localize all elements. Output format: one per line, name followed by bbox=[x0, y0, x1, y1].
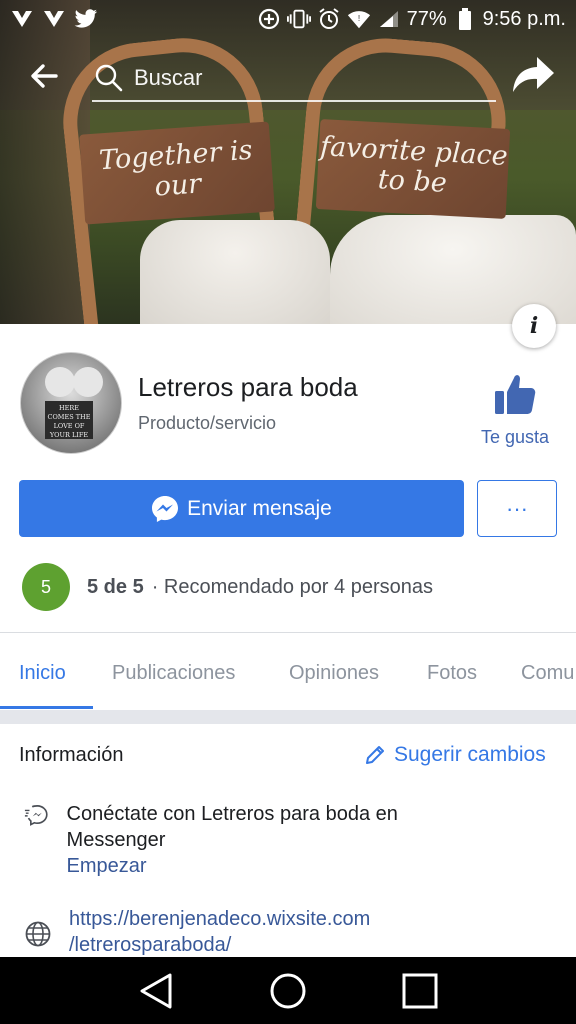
nav-back-button[interactable] bbox=[131, 966, 181, 1016]
page-tabs: Inicio Publicaciones Opiniones Fotos Com… bbox=[0, 636, 576, 710]
tab-fotos[interactable]: Fotos bbox=[427, 662, 477, 685]
vibrate-icon bbox=[286, 7, 311, 31]
messenger-icon bbox=[152, 495, 179, 522]
vpn-icon bbox=[42, 7, 66, 31]
circle-home-icon bbox=[270, 973, 306, 1008]
share-arrow-icon bbox=[513, 57, 554, 92]
like-label: Te gusta bbox=[480, 427, 550, 447]
rating-summary[interactable]: 5 5 de 5 · Recomendado por 4 personas bbox=[22, 563, 433, 611]
search-bar: Buscar bbox=[0, 48, 576, 104]
messenger-info-row: Conéctate con Letreros para boda en Mess… bbox=[24, 801, 464, 879]
info-section-title: Información bbox=[19, 744, 124, 766]
cover-sign-left: Together is our bbox=[79, 121, 275, 225]
tab-inicio[interactable]: Inicio bbox=[19, 662, 66, 685]
divider bbox=[0, 632, 576, 633]
twitter-icon bbox=[74, 7, 98, 31]
website-link-line1: https://berenjenadeco.wixsite.com bbox=[69, 908, 371, 930]
battery-percentage: 77% bbox=[406, 7, 447, 30]
wifi-icon: ! bbox=[347, 7, 371, 31]
pencil-icon bbox=[366, 746, 384, 764]
like-button[interactable]: Te gusta bbox=[470, 372, 560, 452]
page-category: Producto/servicio bbox=[138, 413, 277, 433]
suggest-edits-button[interactable]: Sugerir cambios bbox=[364, 743, 546, 767]
vpn-icon bbox=[10, 7, 34, 31]
system-navigation-bar bbox=[0, 957, 576, 1024]
tab-comunidad[interactable]: Comu bbox=[521, 662, 574, 685]
send-message-button[interactable]: Enviar mensaje bbox=[19, 480, 464, 537]
info-icon: i bbox=[529, 313, 539, 339]
page-title: Letreros para boda bbox=[138, 372, 358, 402]
messenger-outline-icon bbox=[24, 805, 48, 826]
search-input[interactable]: Buscar bbox=[92, 56, 496, 102]
share-button[interactable] bbox=[510, 54, 558, 100]
rating-badge: 5 bbox=[22, 563, 70, 611]
profile-kid-left bbox=[45, 367, 75, 397]
profile-kid-right bbox=[73, 367, 103, 397]
search-placeholder: Buscar bbox=[134, 65, 203, 90]
page-info-button[interactable]: i bbox=[512, 304, 556, 348]
thumbs-up-icon bbox=[495, 375, 536, 414]
globe-icon bbox=[25, 921, 51, 947]
website-info-row: https://berenjenadeco.wixsite.com /letre… bbox=[24, 906, 544, 958]
back-arrow-icon bbox=[31, 64, 58, 88]
more-options-button[interactable]: ··· bbox=[477, 480, 557, 537]
nav-recents-button[interactable] bbox=[395, 966, 445, 1016]
alarm-icon bbox=[317, 7, 341, 31]
data-saver-icon bbox=[257, 7, 281, 31]
svg-text:!: ! bbox=[357, 13, 359, 23]
section-separator bbox=[0, 710, 576, 724]
search-icon bbox=[95, 64, 123, 92]
status-bar: ! 77% 9:56 p.m. bbox=[0, 0, 576, 38]
battery-icon bbox=[453, 7, 477, 31]
active-tab-indicator bbox=[0, 706, 93, 709]
rating-score: 5 de 5 bbox=[87, 575, 144, 598]
website-link[interactable]: https://berenjenadeco.wixsite.com /letre… bbox=[69, 906, 370, 958]
triangle-back-icon bbox=[140, 973, 172, 1008]
website-link-line2: /letrerosparaboda/ bbox=[69, 934, 232, 956]
recommendation-text: · Recomendado por 4 personas bbox=[151, 575, 433, 598]
cover-dress-left bbox=[140, 220, 330, 324]
nav-home-button[interactable] bbox=[263, 966, 313, 1016]
messenger-info-text: Conéctate con Letreros para boda en Mess… bbox=[66, 803, 398, 851]
cover-sign-right: favorite place to be bbox=[315, 119, 511, 219]
back-button[interactable] bbox=[26, 58, 66, 98]
get-started-link[interactable]: Empezar bbox=[67, 853, 464, 879]
signal-icon bbox=[377, 7, 401, 31]
send-message-label: Enviar mensaje bbox=[187, 496, 332, 520]
suggest-edits-label: Sugerir cambios bbox=[394, 743, 546, 766]
clock: 9:56 p.m. bbox=[482, 7, 566, 30]
tab-opiniones[interactable]: Opiniones bbox=[289, 662, 379, 685]
tab-publicaciones[interactable]: Publicaciones bbox=[112, 662, 235, 685]
profile-picture[interactable]: HERE COMES THE LOVE OF YOUR LIFE bbox=[20, 352, 122, 454]
square-recents-icon bbox=[402, 973, 438, 1008]
profile-sign: HERE COMES THE LOVE OF YOUR LIFE bbox=[45, 401, 93, 439]
more-dots-icon: ··· bbox=[506, 495, 528, 521]
